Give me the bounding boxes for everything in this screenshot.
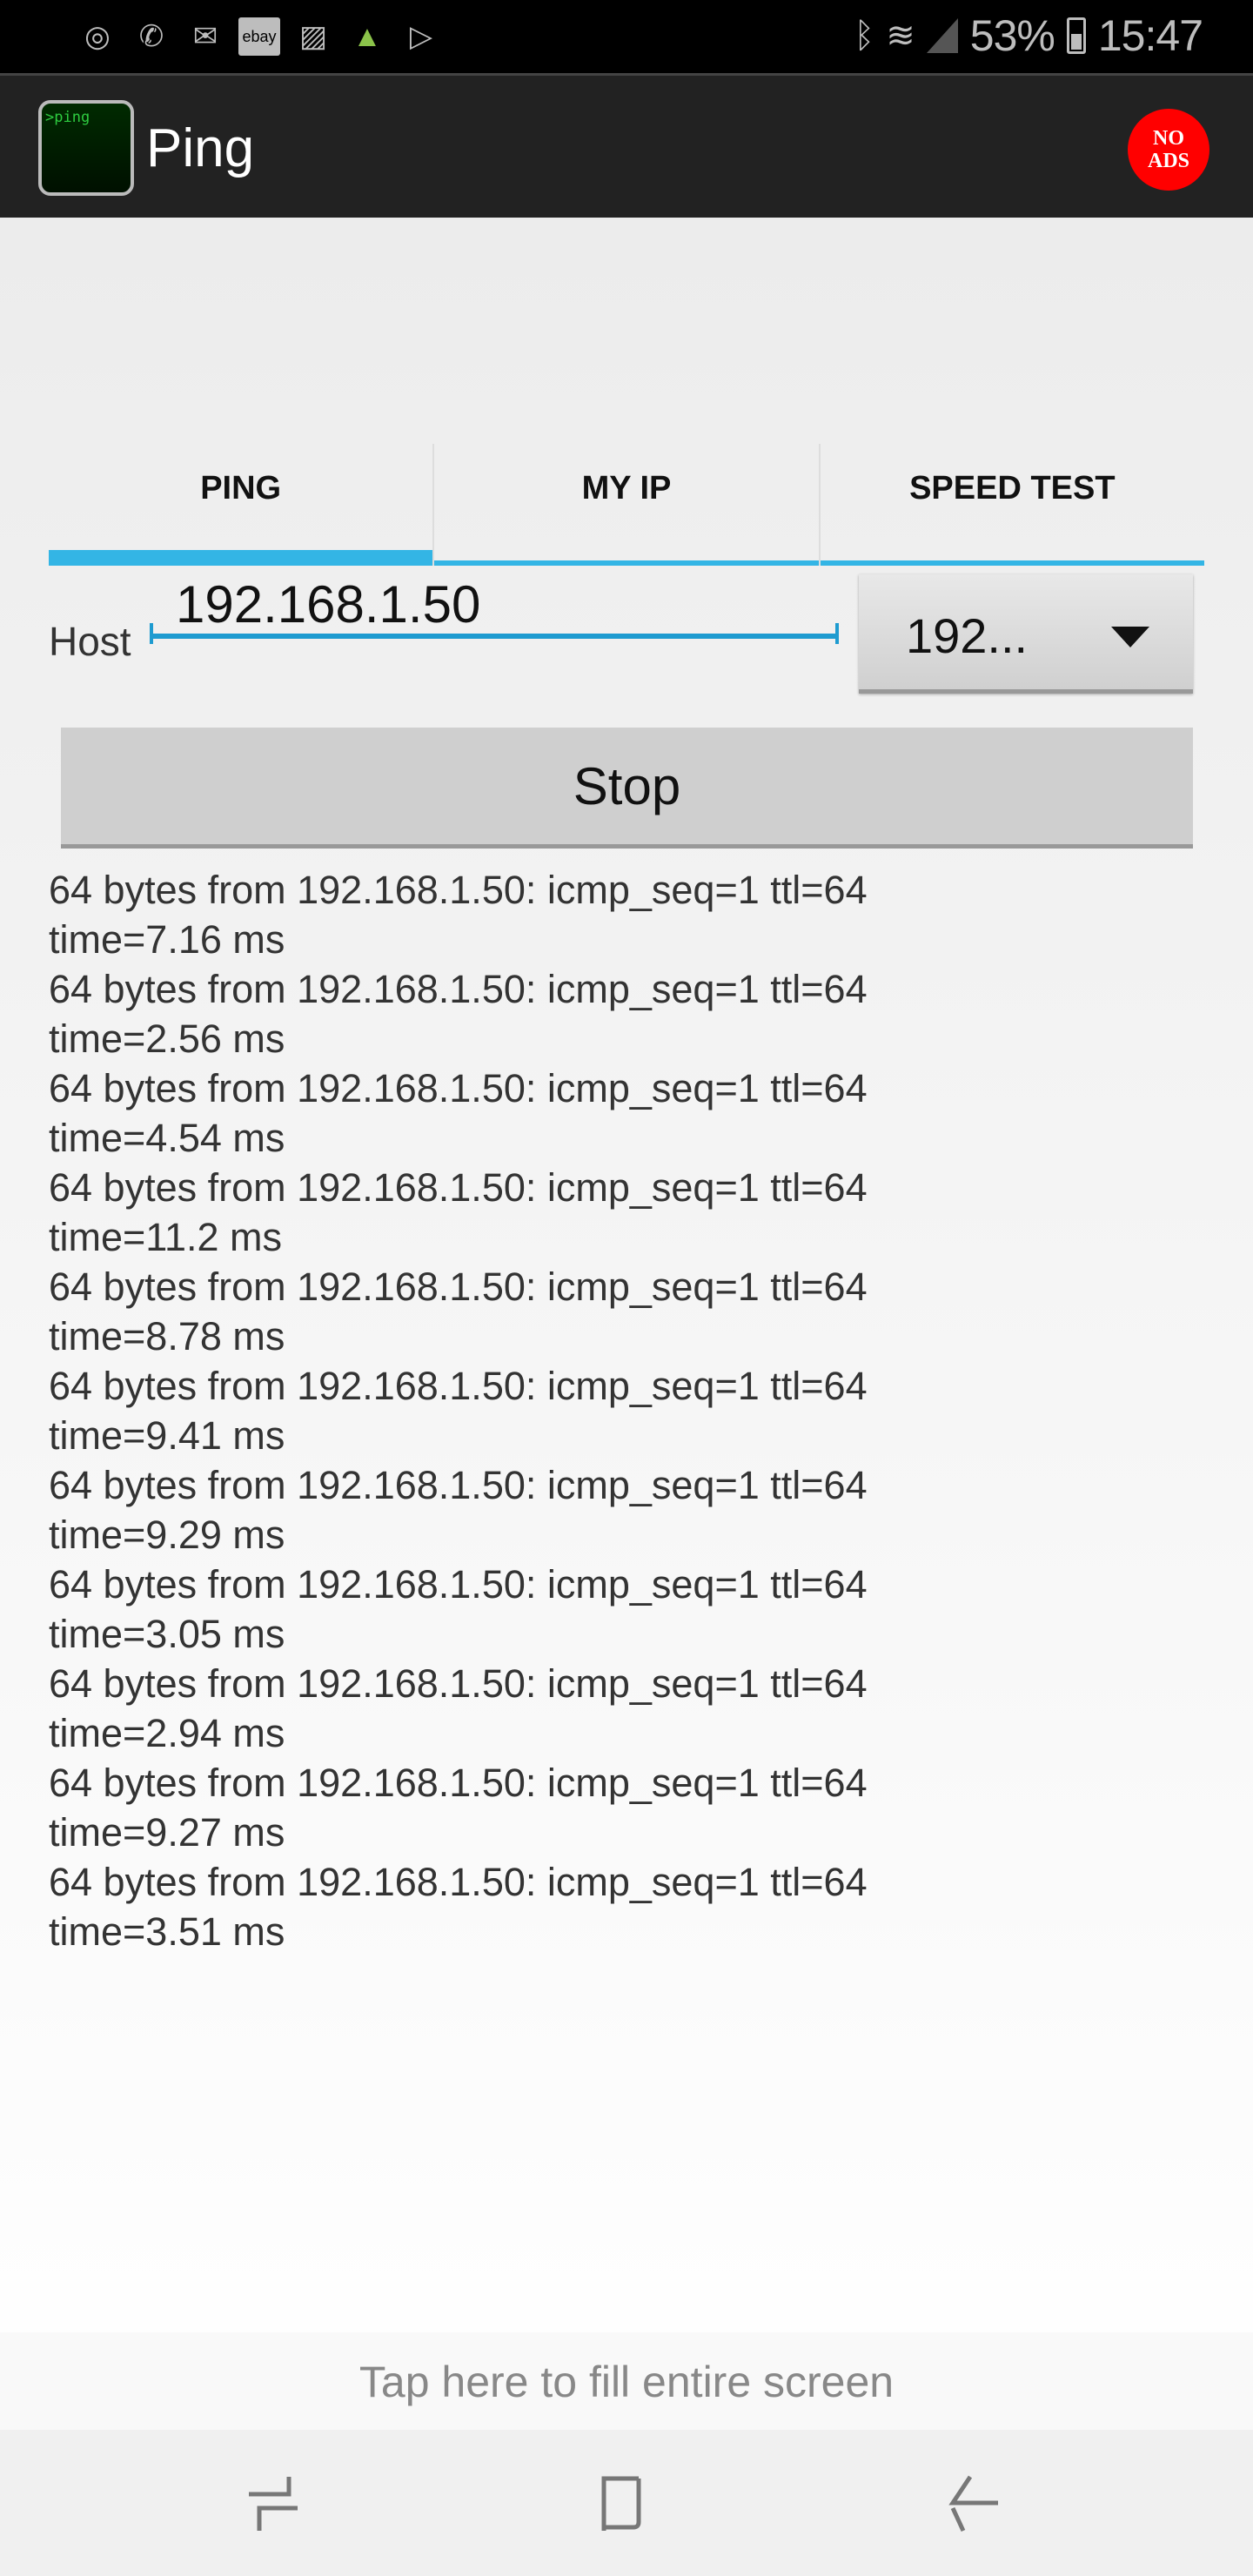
fill-screen-label: Tap here to fill entire screen <box>358 2358 895 2406</box>
ping-output-line: time=8.78 ms <box>49 1314 285 1358</box>
navigation-bar <box>0 2430 1253 2576</box>
status-bar: ◎ ✆ ✉ ebay ▨ ▲ ▷ ᛒ ≋ 53% 15:47 <box>0 0 1253 73</box>
ping-output-line: time=3.05 ms <box>49 1612 285 1656</box>
android-icon: ▲ <box>352 19 382 53</box>
ping-output-line: time=4.54 ms <box>49 1116 285 1160</box>
ping-output-line: 64 bytes from 192.168.1.50: icmp_seq=1 t… <box>49 1265 868 1309</box>
ping-output-line: time=11.2 ms <box>49 1215 283 1259</box>
tab-label: PING <box>200 470 282 506</box>
ping-output-line: 64 bytes from 192.168.1.50: icmp_seq=1 t… <box>49 1364 868 1408</box>
tab-speed-test[interactable]: SPEED TEST <box>820 444 1204 566</box>
tab-indicator <box>49 550 433 566</box>
messenger-icon: ◎ <box>84 20 111 53</box>
host-history-dropdown[interactable]: 192... <box>859 574 1193 694</box>
ping-output-line: 64 bytes from 192.168.1.50: icmp_seq=1 t… <box>49 1761 868 1805</box>
ping-output-line: time=9.41 ms <box>49 1413 285 1458</box>
tab-label: MY IP <box>581 470 672 506</box>
tab-bar: PING MY IP SPEED TEST <box>49 444 1204 566</box>
no-ads-label: NO <box>1153 127 1184 150</box>
battery-icon <box>1066 17 1086 54</box>
no-ads-label: ADS <box>1147 150 1189 172</box>
ping-output-line: time=2.56 ms <box>49 1016 285 1061</box>
dropdown-value: 192... <box>906 608 1029 663</box>
host-label: Host <box>49 619 131 664</box>
ping-output-line: 64 bytes from 192.168.1.50: icmp_seq=1 t… <box>49 1165 868 1210</box>
ping-output-line: 64 bytes from 192.168.1.50: icmp_seq=1 t… <box>49 1860 868 1904</box>
tab-my-ip[interactable]: MY IP <box>434 444 821 566</box>
battery-percent: 53% <box>969 11 1055 60</box>
tab-indicator <box>434 560 819 566</box>
mail-icon: ✉ <box>192 20 218 53</box>
ping-output-line: time=9.29 ms <box>49 1513 285 1557</box>
whatsapp-icon: ✆ <box>138 20 164 53</box>
main-content: PING MY IP SPEED TEST Host 192... Stop 6… <box>0 218 1253 2332</box>
stop-button[interactable]: Stop <box>61 728 1193 849</box>
ping-output-line: 64 bytes from 192.168.1.50: icmp_seq=1 t… <box>49 1661 868 1706</box>
ping-output-line: 64 bytes from 192.168.1.50: icmp_seq=1 t… <box>49 868 868 912</box>
fill-screen-banner[interactable]: Tap here to fill entire screen <box>0 2332 1253 2430</box>
ping-output-line: 64 bytes from 192.168.1.50: icmp_seq=1 t… <box>49 967 868 1011</box>
clock: 15:47 <box>1097 11 1203 60</box>
ping-output-line: time=7.16 ms <box>49 917 285 962</box>
app-logo: >ping <box>38 100 134 196</box>
image-icon: ▨ <box>298 20 328 53</box>
signal-icon <box>926 18 958 53</box>
app-bar: >ping Ping NO ADS <box>0 73 1253 218</box>
tab-indicator <box>820 560 1204 566</box>
ping-output-line: time=2.94 ms <box>49 1711 285 1755</box>
no-ads-button[interactable]: NO ADS <box>1128 109 1209 191</box>
play-store-icon: ▷ <box>409 20 433 53</box>
wifi-icon: ≋ <box>886 17 915 55</box>
bluetooth-icon: ᛒ <box>854 16 874 55</box>
dropdown-arrow-icon <box>1111 627 1149 647</box>
ping-output: 64 bytes from 192.168.1.50: icmp_seq=1 t… <box>49 865 868 1956</box>
host-input[interactable] <box>150 574 839 639</box>
ping-output-line: time=9.27 ms <box>49 1810 285 1855</box>
ping-output-line: time=3.51 ms <box>49 1909 285 1954</box>
recents-icon[interactable] <box>244 2473 305 2534</box>
ping-output-line: 64 bytes from 192.168.1.50: icmp_seq=1 t… <box>49 1463 868 1507</box>
back-icon[interactable] <box>944 2473 1005 2534</box>
tab-ping[interactable]: PING <box>49 444 435 566</box>
app-title: Ping <box>146 118 255 178</box>
tab-label: SPEED TEST <box>909 470 1116 506</box>
ping-output-line: 64 bytes from 192.168.1.50: icmp_seq=1 t… <box>49 1562 868 1607</box>
home-icon[interactable] <box>592 2473 653 2534</box>
ping-output-line: 64 bytes from 192.168.1.50: icmp_seq=1 t… <box>49 1066 868 1110</box>
ebay-icon: ebay <box>238 17 280 56</box>
